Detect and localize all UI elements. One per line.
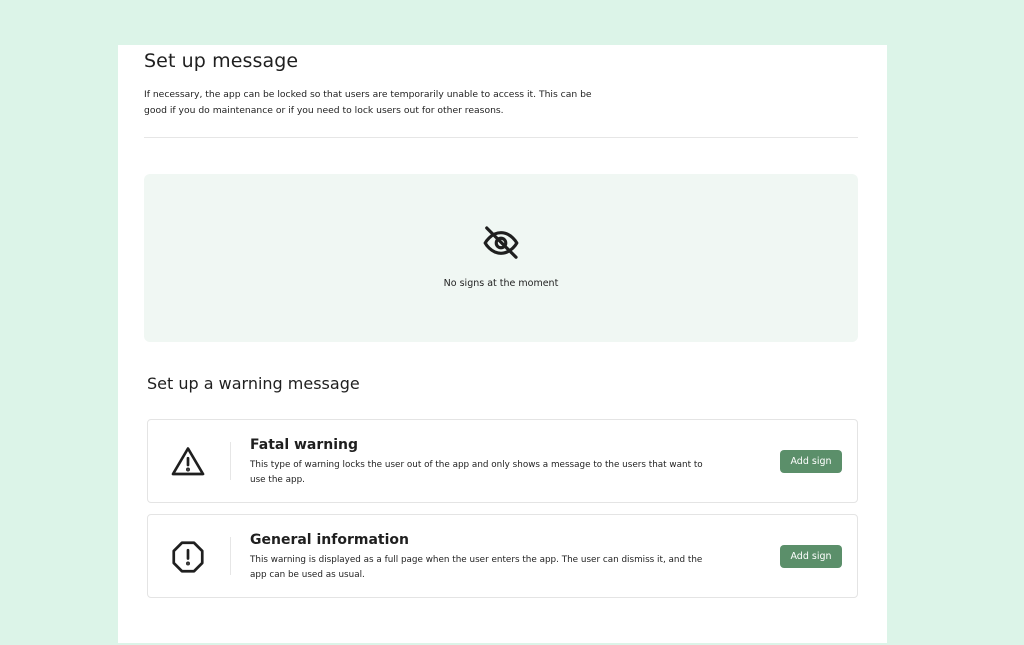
empty-state-box: No signs at the moment (144, 174, 858, 342)
card-title: General information (250, 532, 409, 548)
card-title: Fatal warning (250, 437, 359, 453)
eye-off-icon (483, 226, 519, 259)
card-separator (230, 442, 231, 480)
card-separator (230, 537, 231, 575)
warning-section-title: Set up a warning message (147, 374, 360, 393)
card-description: This warning is displayed as a full page… (250, 555, 703, 580)
card-description: This type of warning locks the user out … (250, 460, 703, 485)
settings-panel: Set up message If necessary, the app can… (118, 45, 887, 643)
page-title: Set up message (144, 50, 299, 72)
add-sign-button-fatal[interactable]: Add sign (780, 450, 842, 473)
empty-state-text: No signs at the moment (443, 278, 559, 289)
warning-triangle-icon (171, 447, 205, 476)
page-description: If necessary, the app can be locked so t… (144, 89, 592, 116)
divider (144, 137, 858, 138)
add-sign-button-general[interactable]: Add sign (780, 545, 842, 568)
general-information-card: General information This warning is disp… (147, 514, 858, 598)
alert-octagon-icon (172, 541, 204, 573)
fatal-warning-card: Fatal warning This type of warning locks… (147, 419, 858, 503)
